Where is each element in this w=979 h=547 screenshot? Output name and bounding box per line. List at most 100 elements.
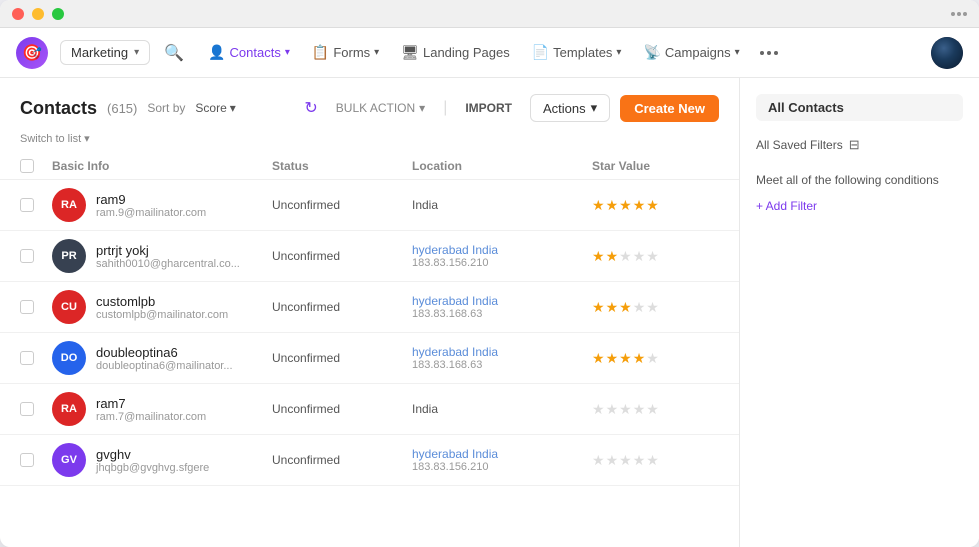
star-2: ★ [606, 452, 619, 469]
search-icon: 🔍 [164, 43, 184, 63]
contact-email: doubleoptina6@mailinator... [96, 360, 233, 372]
row-checkbox[interactable] [20, 351, 52, 365]
contact-name[interactable]: prtrjt yokj [96, 243, 240, 258]
contact-details: ram7 ram.7@mailinator.com [96, 396, 206, 423]
star-2: ★ [606, 248, 619, 265]
close-button[interactable] [12, 8, 24, 20]
row-checkbox[interactable] [20, 198, 52, 212]
contact-avatar: DO [52, 341, 86, 375]
star-rating[interactable]: ★★★★★ [592, 350, 739, 367]
maximize-button[interactable] [52, 8, 64, 20]
contact-info: RA ram7 ram.7@mailinator.com [52, 392, 272, 426]
templates-chevron: ▾ [616, 47, 621, 58]
switch-to-list[interactable]: Switch to list ▾ [0, 132, 739, 153]
location-ip: 183.83.168.63 [412, 359, 592, 371]
workspace-selector[interactable]: Marketing ▾ [60, 40, 150, 65]
nav-item-forms[interactable]: 📋 Forms ▾ [302, 39, 389, 66]
main-content: Contacts (615) Sort by Score ▾ ↻ BULK AC… [0, 78, 979, 547]
table-row: RA ram9 ram.9@mailinator.com Unconfirmed… [0, 180, 739, 231]
star-5: ★ [646, 452, 659, 469]
nav-more-button[interactable] [752, 46, 786, 60]
star-rating[interactable]: ★★★★★ [592, 401, 739, 418]
star-2: ★ [606, 197, 619, 214]
contact-name[interactable]: doubleoptina6 [96, 345, 233, 360]
contact-location: hyderabad India183.83.156.210 [412, 243, 592, 269]
avatar[interactable] [931, 37, 963, 69]
star-3: ★ [619, 197, 632, 214]
import-button[interactable]: IMPORT [457, 97, 520, 119]
logo[interactable]: 🎯 [16, 37, 48, 69]
star-3: ★ [619, 452, 632, 469]
star-4: ★ [633, 401, 646, 418]
star-rating[interactable]: ★★★★★ [592, 248, 739, 265]
nav-item-landing-pages[interactable]: 🖥 Landing Pages [391, 39, 520, 66]
location-text: India [412, 198, 592, 212]
star-4: ★ [633, 197, 646, 214]
location-text: hyderabad India [412, 345, 592, 359]
refresh-button[interactable]: ↻ [304, 98, 317, 118]
contact-avatar: CU [52, 290, 86, 324]
search-button[interactable]: 🔍 [158, 37, 190, 69]
contact-name[interactable]: customlpb [96, 294, 228, 309]
contact-details: ram9 ram.9@mailinator.com [96, 192, 206, 219]
row-checkbox[interactable] [20, 453, 52, 467]
contact-name[interactable]: ram7 [96, 396, 206, 411]
page-header: Contacts (615) Sort by Score ▾ ↻ BULK AC… [0, 94, 739, 132]
create-new-button[interactable]: Create New [620, 95, 719, 122]
star-rating[interactable]: ★★★★★ [592, 299, 739, 316]
actions-button[interactable]: Actions ▾ [530, 94, 610, 122]
nav-items: 👤 Contacts ▾ 📋 Forms ▾ 🖥 Landing Pages 📄… [198, 39, 923, 66]
conditions-text: Meet all of the following conditions [756, 173, 963, 187]
contact-avatar: RA [52, 188, 86, 222]
actions-label: Actions [543, 101, 586, 116]
contact-avatar: PR [52, 239, 86, 273]
location-ip: 183.83.156.210 [412, 461, 592, 473]
contact-status: Unconfirmed [272, 453, 412, 467]
row-checkbox[interactable] [20, 300, 52, 314]
star-5: ★ [646, 197, 659, 214]
contacts-icon: 👤 [208, 44, 225, 61]
star-5: ★ [646, 401, 659, 418]
header-basic-info: Basic Info [52, 159, 272, 173]
all-contacts-title[interactable]: All Contacts [756, 94, 963, 121]
avatar-image [931, 37, 963, 69]
sort-value[interactable]: Score ▾ [195, 101, 235, 115]
nav-item-templates[interactable]: 📄 Templates ▾ [522, 39, 632, 66]
row-checkbox[interactable] [20, 249, 52, 263]
contact-details: doubleoptina6 doubleoptina6@mailinator..… [96, 345, 233, 372]
bulk-action-button[interactable]: BULK ACTION ▾ [328, 97, 433, 119]
contact-details: customlpb customlpb@mailinator.com [96, 294, 228, 321]
workspace-label: Marketing [71, 45, 128, 60]
campaigns-icon: 📡 [643, 44, 660, 61]
contact-name[interactable]: gvghv [96, 447, 209, 462]
contact-info: RA ram9 ram.9@mailinator.com [52, 188, 272, 222]
contact-status: Unconfirmed [272, 249, 412, 263]
page-title: Contacts [20, 98, 97, 119]
saved-filters[interactable]: All Saved Filters ⊟ [756, 133, 963, 157]
star-rating[interactable]: ★★★★★ [592, 197, 739, 214]
minimize-button[interactable] [32, 8, 44, 20]
nav-landing-label: Landing Pages [423, 45, 510, 60]
table-row: GV gvghv jhqbgb@gvghvg.sfgere Unconfirme… [0, 435, 739, 486]
nav-forms-label: Forms [333, 45, 370, 60]
row-checkbox[interactable] [20, 402, 52, 416]
star-1: ★ [592, 452, 605, 469]
contact-name[interactable]: ram9 [96, 192, 206, 207]
switch-list-chevron: ▾ [84, 132, 90, 145]
header-checkbox[interactable] [20, 159, 52, 173]
location-text: hyderabad India [412, 243, 592, 257]
app-window: 🎯 Marketing ▾ 🔍 👤 Contacts ▾ 📋 Forms ▾ 🖥… [0, 0, 979, 547]
bulk-action-label: BULK ACTION [336, 101, 415, 115]
add-filter-button[interactable]: + Add Filter [756, 199, 963, 213]
nav-item-campaigns[interactable]: 📡 Campaigns ▾ [633, 39, 749, 66]
nav-contacts-label: Contacts [230, 45, 281, 60]
contact-status: Unconfirmed [272, 198, 412, 212]
forms-chevron: ▾ [374, 47, 379, 58]
star-rating[interactable]: ★★★★★ [592, 452, 739, 469]
star-2: ★ [606, 299, 619, 316]
title-bar [0, 0, 979, 28]
title-bar-menu [951, 12, 967, 16]
nav-item-contacts[interactable]: 👤 Contacts ▾ [198, 39, 300, 66]
table-row: DO doubleoptina6 doubleoptina6@mailinato… [0, 333, 739, 384]
star-3: ★ [619, 350, 632, 367]
